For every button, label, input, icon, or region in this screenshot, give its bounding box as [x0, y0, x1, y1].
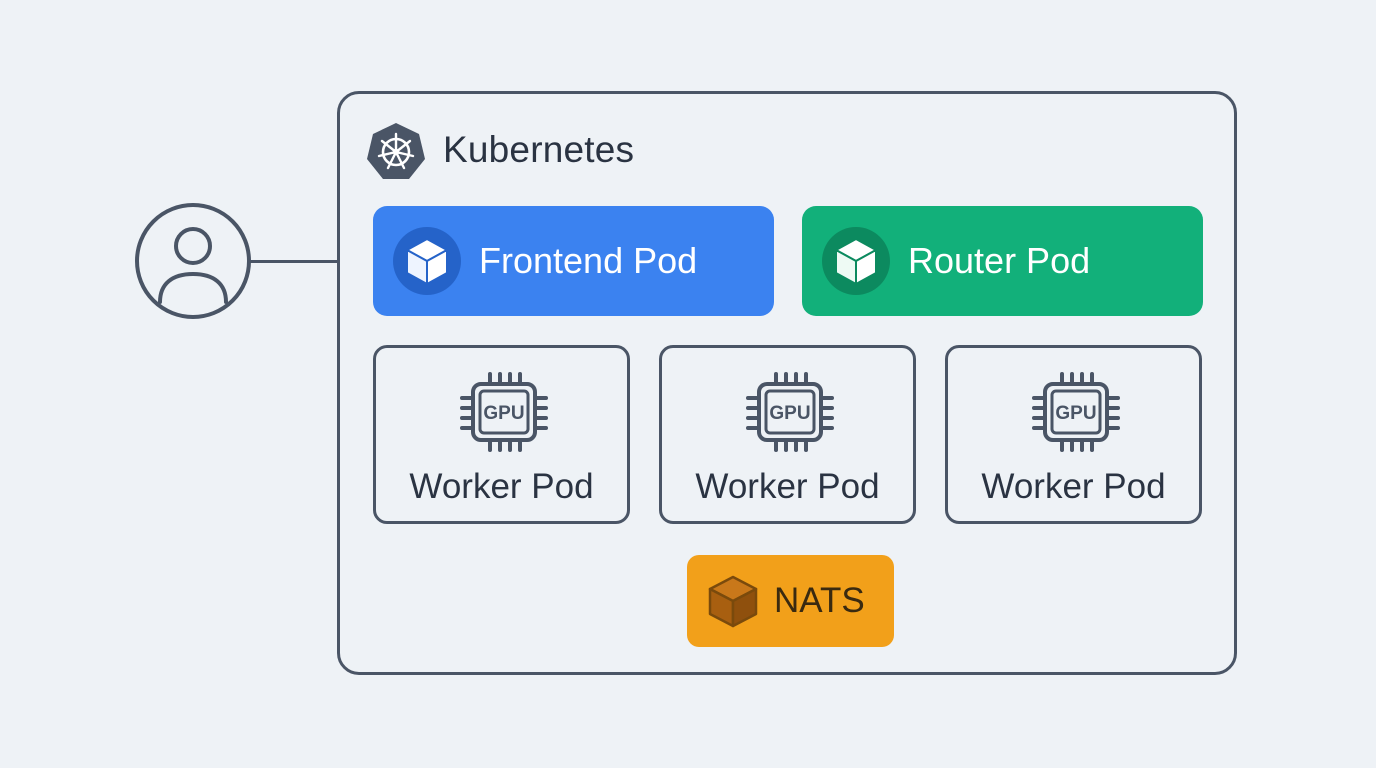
cube-icon — [708, 575, 758, 628]
user-icon — [135, 203, 251, 319]
cube-icon — [393, 227, 461, 295]
worker-pod-label: Worker Pod — [409, 467, 594, 506]
gpu-chip-label: GPU — [769, 403, 810, 424]
nats-box[interactable]: NATS — [687, 555, 894, 647]
gpu-chip-icon: GPU — [746, 372, 834, 452]
cluster-title: Kubernetes — [443, 129, 635, 170]
frontend-pod[interactable]: Frontend Pod — [373, 206, 774, 316]
router-pod[interactable]: Router Pod — [802, 206, 1203, 316]
worker-pod-3[interactable]: GPU Worker Pod — [945, 345, 1202, 524]
frontend-pod-label: Frontend Pod — [479, 240, 698, 281]
cube-icon — [822, 227, 890, 295]
worker-pod-1[interactable]: GPU Worker Pod — [373, 345, 630, 524]
gpu-chip-label: GPU — [1055, 403, 1096, 424]
router-pod-label: Router Pod — [908, 240, 1091, 281]
worker-pod-2[interactable]: GPU Worker Pod — [659, 345, 916, 524]
worker-pod-label: Worker Pod — [695, 467, 880, 506]
nats-label: NATS — [774, 581, 865, 620]
kubernetes-wheel-icon — [367, 123, 425, 179]
gpu-chip-icon: GPU — [460, 372, 548, 452]
worker-pod-label: Worker Pod — [981, 467, 1166, 506]
gpu-chip-label: GPU — [483, 403, 524, 424]
gpu-chip-icon: GPU — [1032, 372, 1120, 452]
